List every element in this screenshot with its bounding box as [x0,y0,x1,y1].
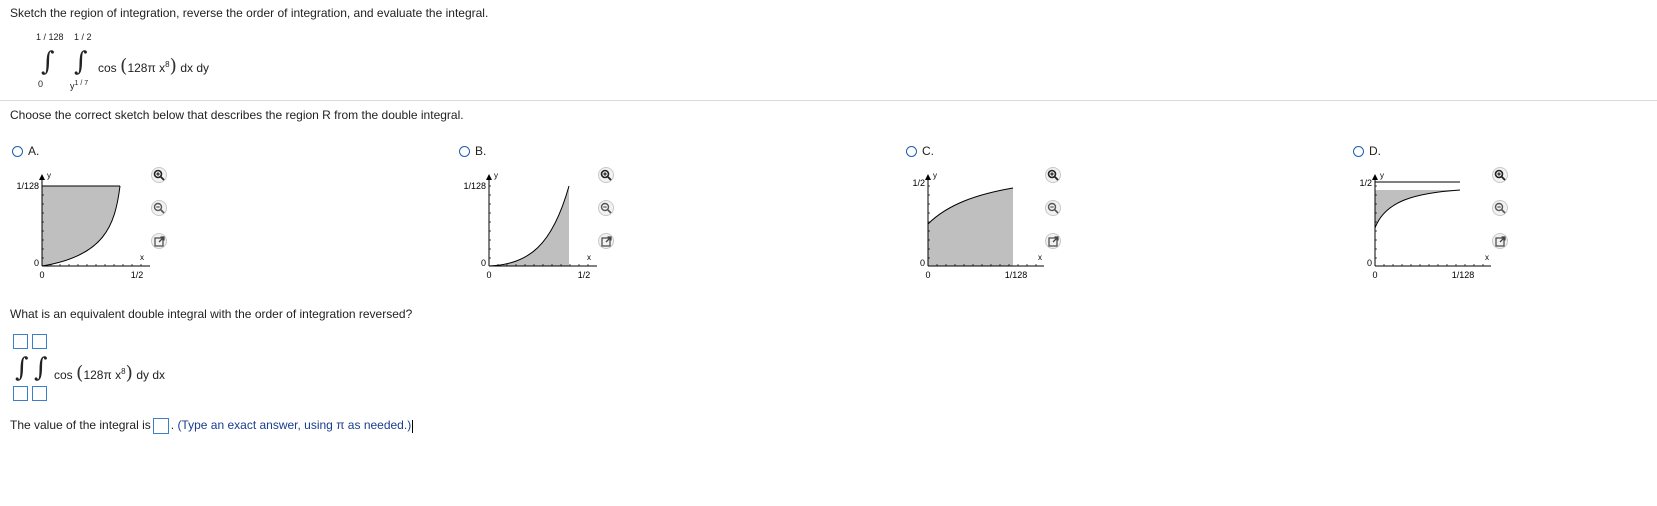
inner-integral-sign: ∫ [74,47,88,77]
inner-upper-limit-input[interactable] [32,334,47,349]
y-origin-label: 0 [1367,258,1372,268]
y-axis-arrow [486,174,492,180]
value-hint: (Type an exact answer, using π as needed… [177,418,412,433]
zoom-in-icon [1494,169,1506,181]
radio-button[interactable] [1353,145,1364,157]
zoom-out-icon [600,202,612,214]
zoom-out-icon [1494,202,1506,214]
y-axis-arrow [1372,174,1378,180]
y-axis-label: y [933,171,937,180]
zoom-in-icon [600,169,612,181]
y-tick-label: 1/128 [463,181,486,191]
y-tick-label: 1/128 [16,181,39,191]
zoom-out-button[interactable] [1045,200,1061,216]
zoom-out-button[interactable] [1492,200,1508,216]
region-sketch: y x 1/2 0 0 1/128 [1359,171,1491,280]
x-axis-label: x [1038,253,1042,262]
option-letter: A. [28,144,40,158]
x-tick-label: 1/128 [1452,270,1475,280]
section-divider [0,100,1657,101]
external-link-icon [1494,235,1506,247]
external-link-icon [600,235,612,247]
outer-upper-limit: 1 / 128 [36,32,64,42]
sketch-question: Choose the correct sketch below that des… [10,108,464,122]
y-axis-label: y [47,171,51,180]
reverse-integrand: cos (128π x8) dy dx [54,362,165,384]
x-tick-label: 1/2 [578,270,591,280]
region-sketch: y x 1/128 0 0 1/2 [16,171,150,280]
outer-lower-limit: 0 [38,79,44,89]
text-cursor [412,419,414,433]
region-sketch: y x 1/2 0 0 1/128 [912,171,1044,280]
y-axis-arrow [925,174,931,180]
value-line: The value of the integral is. (Type an e… [10,418,414,434]
open-new-window-button[interactable] [598,233,614,249]
open-new-window-button[interactable] [1045,233,1061,249]
value-prefix: The value of the integral is [10,418,151,433]
zoom-out-button[interactable] [598,200,614,216]
y-axis-label: y [494,171,498,180]
option-radio-a[interactable]: A. [12,144,39,158]
external-link-icon [1047,235,1059,247]
x-origin-label: 0 [1372,270,1377,280]
value-suffix: . [170,418,175,433]
y-origin-label: 0 [34,258,39,268]
open-new-window-button[interactable] [151,233,167,249]
y-tick-label: 1/2 [912,178,925,188]
option-radio-c[interactable]: C. [906,144,934,158]
zoom-in-button[interactable] [1045,167,1061,183]
outer-integral-sign: ∫ [15,353,29,383]
open-new-window-button[interactable] [1492,233,1508,249]
option-radio-d[interactable]: D. [1353,144,1381,158]
value-answer-input[interactable] [152,418,169,434]
option-letter: C. [922,144,934,158]
zoom-out-icon [153,202,165,214]
reverse-question: What is an equivalent double integral wi… [10,307,413,321]
y-axis-arrow [39,174,45,180]
zoom-in-button[interactable] [598,167,614,183]
x-axis-label: x [140,253,144,262]
region-sketch: y x 1/128 0 0 1/2 [463,171,597,280]
integrand: cos (128π x8) dx dy [98,55,209,77]
y-axis-label: y [1380,171,1384,180]
inner-lower-limit-input[interactable] [32,386,47,401]
zoom-in-button[interactable] [151,167,167,183]
y-origin-label: 0 [920,258,925,268]
zoom-in-icon [1047,169,1059,181]
problem-instruction: Sketch the region of integration, revers… [10,6,489,20]
x-origin-label: 0 [486,270,491,280]
zoom-out-button[interactable] [151,200,167,216]
x-origin-label: 0 [39,270,44,280]
x-axis-label: x [1485,253,1489,262]
x-origin-label: 0 [925,270,930,280]
x-axis-label: x [587,253,591,262]
option-letter: D. [1369,144,1381,158]
outer-lower-limit-input[interactable] [13,386,28,401]
inner-integral-sign: ∫ [34,353,48,383]
outer-integral-sign: ∫ [41,47,55,77]
outer-upper-limit-input[interactable] [13,334,28,349]
option-letter: B. [475,144,487,158]
zoom-in-button[interactable] [1492,167,1508,183]
radio-button[interactable] [459,145,470,157]
shaded-region [928,188,1013,266]
inner-upper-limit: 1 / 2 [74,32,92,42]
inner-lower-limit: y1 / 7 [70,80,89,91]
x-tick-label: 1/128 [1005,270,1028,280]
zoom-out-icon [1047,202,1059,214]
x-tick-label: 1/2 [131,270,144,280]
radio-button[interactable] [12,145,23,157]
y-tick-label: 1/2 [1359,178,1372,188]
zoom-in-icon [153,169,165,181]
radio-button[interactable] [906,145,917,157]
external-link-icon [153,235,165,247]
y-origin-label: 0 [481,258,486,268]
option-radio-b[interactable]: B. [459,144,486,158]
